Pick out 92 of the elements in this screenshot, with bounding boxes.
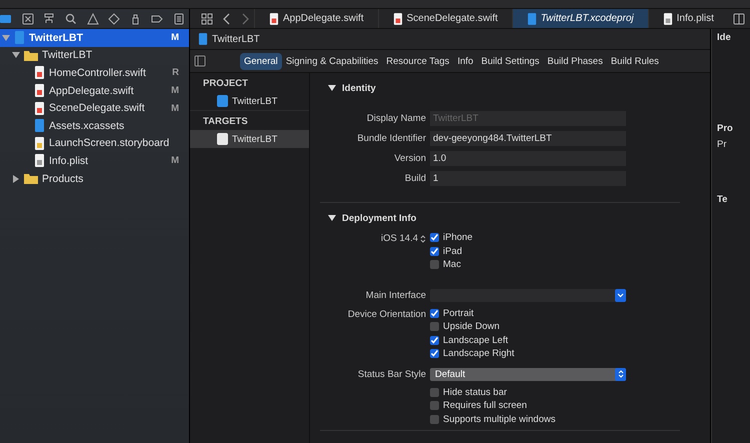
updown-icon xyxy=(618,370,624,378)
section-title: Identity xyxy=(342,82,376,94)
settings-tab[interactable]: Build Phases xyxy=(543,52,607,70)
file-icon xyxy=(34,66,45,80)
checkbox[interactable]: Upside Down xyxy=(430,320,514,334)
inspector-label: Pro xyxy=(717,123,733,134)
file-icon xyxy=(662,12,673,24)
checkbox[interactable]: Requires full screen xyxy=(430,399,556,412)
navigator-item[interactable]: HomeController.swift R xyxy=(0,64,189,82)
folder-icon[interactable] xyxy=(0,12,12,24)
file-icon xyxy=(34,84,45,98)
stepper-icon xyxy=(420,234,426,242)
inspector-label: Pr xyxy=(717,139,726,150)
target-item[interactable]: TwitterLBT xyxy=(190,92,309,110)
checkbox[interactable]: iPad xyxy=(430,244,473,258)
document-icon[interactable] xyxy=(173,12,185,24)
field-label: Build xyxy=(404,172,426,186)
file-icon xyxy=(34,154,45,168)
file-icon xyxy=(34,102,45,115)
field-label: Status Bar Style xyxy=(356,368,426,382)
hierarchy-icon[interactable] xyxy=(43,12,56,24)
section-title: Deployment Info xyxy=(342,212,416,224)
navigator-item[interactable]: LaunchScreen.storyboard xyxy=(0,134,189,152)
checkmark-icon xyxy=(430,308,439,318)
settings-tab[interactable]: Resource Tags xyxy=(382,52,454,70)
editor-tab[interactable]: Info.plist xyxy=(648,9,728,28)
file-icon xyxy=(217,133,228,145)
status-letter: M xyxy=(171,102,179,114)
main-interface-dropdown[interactable] xyxy=(430,288,626,302)
settings-tab[interactable]: Build Rules xyxy=(606,52,663,70)
file-icon xyxy=(34,136,45,150)
file-icon xyxy=(14,31,25,44)
file-icon xyxy=(269,12,279,24)
text-field[interactable]: TwitterLBT xyxy=(430,111,626,126)
text-field[interactable]: 1 xyxy=(430,171,626,186)
field-label: Display Name xyxy=(366,112,426,126)
checkbox[interactable]: iPhone xyxy=(430,231,473,244)
warning-icon[interactable] xyxy=(86,12,98,24)
disclosure-icon[interactable] xyxy=(328,214,336,222)
version-stepper[interactable]: iOS 14.4 xyxy=(381,231,426,246)
disclosure-icon[interactable] xyxy=(12,51,20,60)
navigator-item[interactable]: TwitterLBT M xyxy=(0,29,189,47)
text-field[interactable]: 1.0 xyxy=(430,151,626,166)
diamond-icon[interactable] xyxy=(108,12,120,24)
chevron-down-icon xyxy=(617,292,624,298)
text-field[interactable]: dev-geeyong484.TwitterLBT xyxy=(430,131,626,146)
field-label: Device Orientation xyxy=(346,308,426,322)
checkbox[interactable]: Landscape Right xyxy=(430,347,514,360)
close-box-icon[interactable] xyxy=(22,12,34,24)
checkbox[interactable]: Portrait xyxy=(430,306,514,320)
navigator-item[interactable]: Info.plist M xyxy=(0,152,189,170)
sidebar-toggle-icon[interactable] xyxy=(194,55,206,67)
status-letter: M xyxy=(171,85,179,96)
checkbox[interactable]: Landscape Left xyxy=(430,334,514,347)
settings-tab[interactable]: General xyxy=(240,52,282,70)
field-label: Version xyxy=(393,152,426,166)
navigator-item[interactable]: AppDelegate.swift M xyxy=(0,82,189,100)
settings-tab[interactable]: Build Settings xyxy=(477,52,544,70)
folder-icon xyxy=(24,173,38,184)
file-icon xyxy=(392,12,403,24)
status-letter: R xyxy=(172,67,179,78)
file-icon xyxy=(217,95,228,107)
checkbox[interactable]: Supports multiple windows xyxy=(430,412,556,426)
file-icon xyxy=(34,119,45,132)
field-label: Bundle Identifier xyxy=(356,132,426,146)
disclosure-icon[interactable] xyxy=(12,174,20,183)
checkbox[interactable]: Mac xyxy=(430,258,473,272)
disclosure-icon[interactable] xyxy=(328,84,336,92)
checkbox[interactable]: Hide status bar xyxy=(430,386,556,399)
section-heading: PROJECT xyxy=(202,77,249,91)
tag-icon[interactable] xyxy=(151,12,164,24)
navigator-item[interactable]: Products xyxy=(0,170,189,188)
file-icon xyxy=(526,12,537,24)
search-icon[interactable] xyxy=(64,12,77,24)
status-letter: M xyxy=(171,32,179,44)
editor-tab[interactable]: AppDelegate.swift xyxy=(254,9,378,28)
folder-icon xyxy=(24,50,38,61)
editor-tab[interactable]: TwitterLBT.xcodeproj xyxy=(512,9,648,28)
settings-tab[interactable]: Signing & Capabilities xyxy=(282,52,382,70)
project-file-icon xyxy=(198,33,208,45)
navigator-item[interactable]: Assets.xcassets xyxy=(0,116,189,135)
jump-bar[interactable]: TwitterLBT xyxy=(190,29,710,50)
settings-tab[interactable]: Info xyxy=(453,52,478,70)
navigator-item[interactable]: SceneDelegate.swift M xyxy=(0,99,189,117)
field-label: Main Interface xyxy=(364,288,426,302)
inspector-label: Te xyxy=(717,194,728,205)
status-bar-style-dropdown[interactable]: Default xyxy=(430,368,626,380)
status-letter: M xyxy=(171,155,179,166)
target-item[interactable]: TwitterLBT xyxy=(190,130,309,148)
navigator-item[interactable]: TwitterLBT xyxy=(0,46,189,64)
editor-tab[interactable]: SceneDelegate.swift xyxy=(378,9,512,28)
inspector-label: Ide xyxy=(717,32,731,43)
